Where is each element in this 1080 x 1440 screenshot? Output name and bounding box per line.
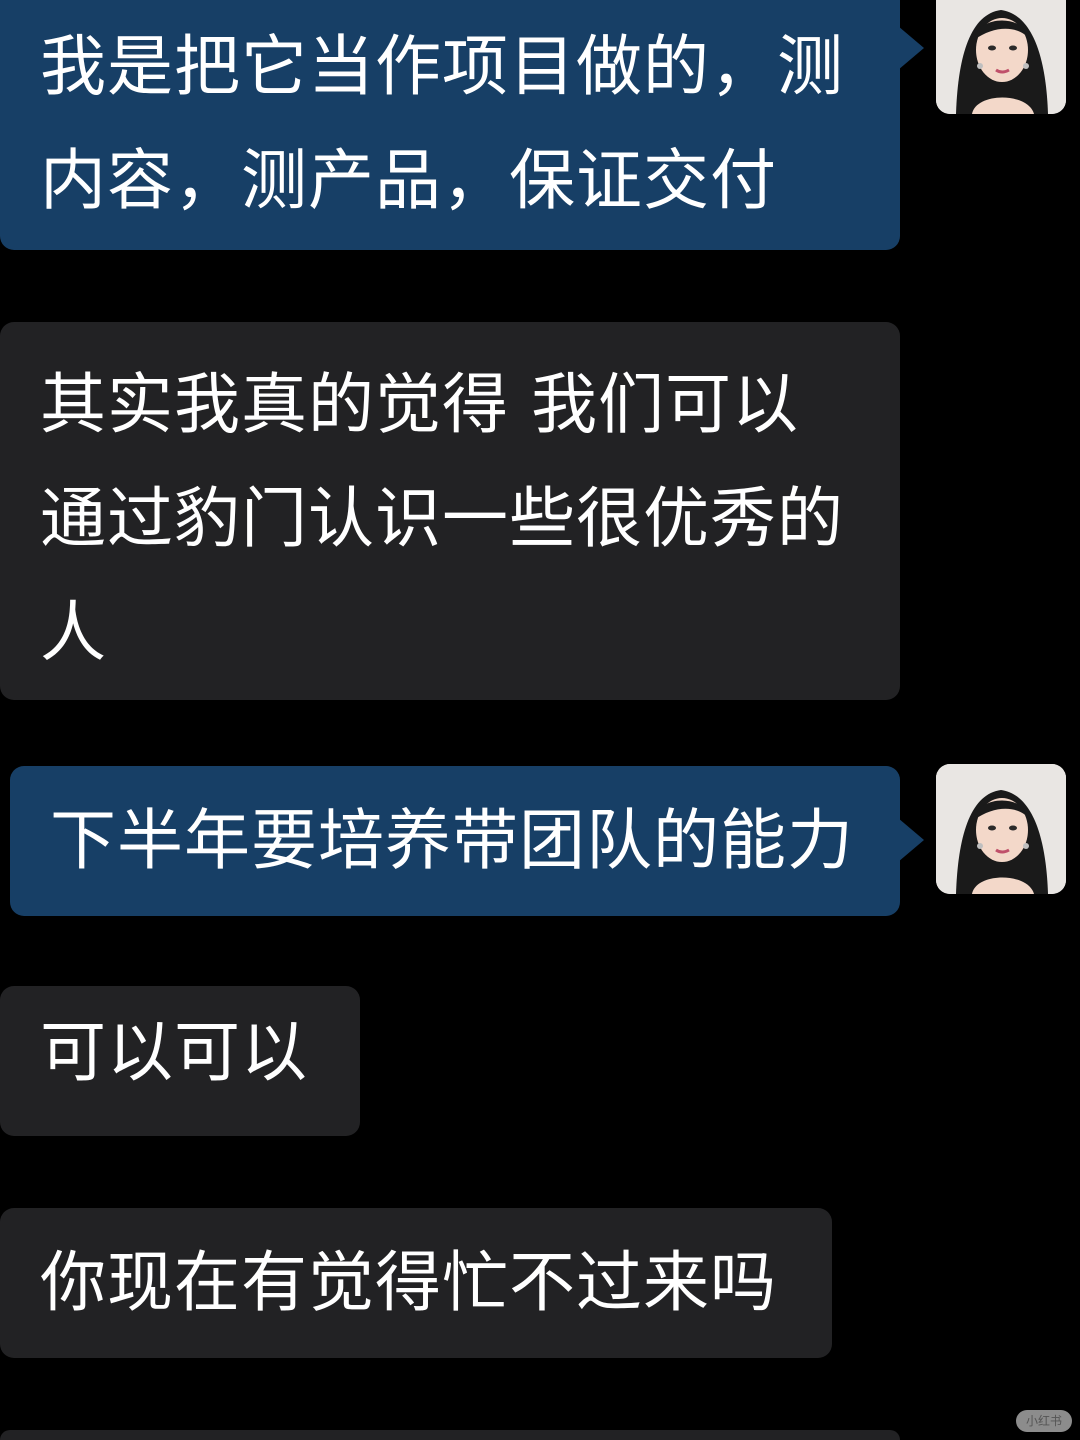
user-avatar[interactable] (936, 0, 1066, 114)
watermark-badge: 小红书 (1015, 1410, 1072, 1432)
user-avatar[interactable] (936, 764, 1066, 894)
message-text-line: 我是把它当作项目做的，测 (40, 28, 844, 105)
message-text-line: 其实我真的觉得 我们可以 (40, 366, 799, 443)
message-text-line: 下半年要培养带团队的能力 (50, 802, 854, 879)
sent-message-bubble[interactable]: 下半年要培养带团队的能力 (10, 766, 924, 916)
received-message-bubble[interactable]: 其实我真的觉得 我们可以 通过豹门认识一些很优秀的 人 (0, 322, 900, 700)
sent-message-bubble[interactable]: 我是把它当作项目做的，测 内容，测产品，保证交付 (0, 0, 924, 250)
avatar-photo-icon (936, 0, 1066, 114)
avatar-photo-icon (936, 764, 1066, 894)
message-text-line: 你现在有觉得忙不过来吗 (40, 1244, 777, 1321)
message-text-line: 人 (40, 594, 107, 671)
message-text-line: 通过豹门认识一些很优秀的 (40, 480, 844, 557)
message-text-line: 可以可以 (40, 1014, 308, 1091)
received-message-bubble[interactable]: 你现在有觉得忙不过来吗 (0, 1208, 832, 1358)
received-message-bubble[interactable]: 可以可以 (0, 986, 360, 1136)
received-message-bubble-partial[interactable] (0, 1430, 900, 1440)
message-text-line: 内容，测产品，保证交付 (40, 142, 777, 219)
